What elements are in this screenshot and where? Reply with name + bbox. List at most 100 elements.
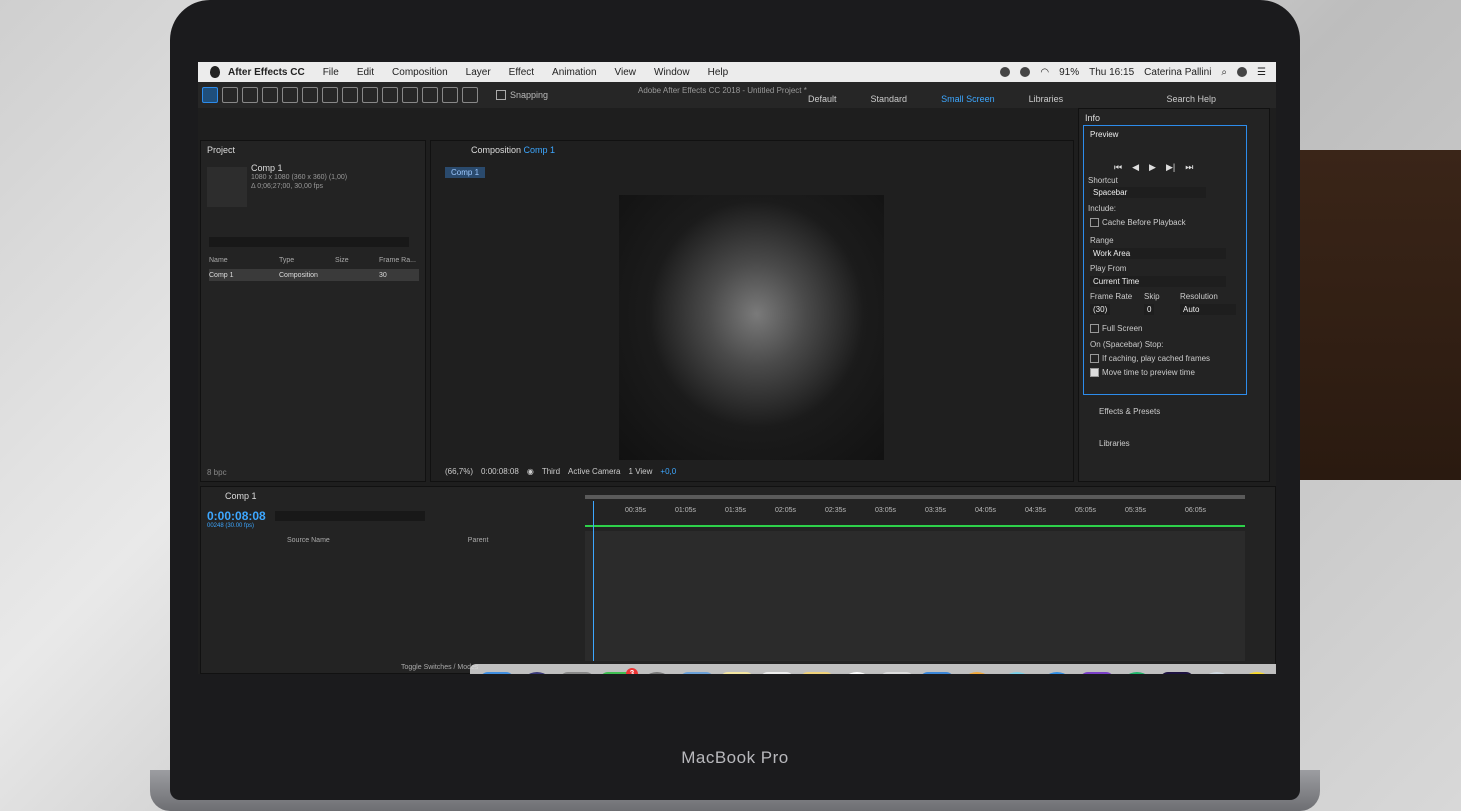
if-caching-checkbox[interactable]: If caching, play cached frames	[1090, 354, 1210, 363]
composition-link[interactable]: Comp 1	[524, 145, 556, 155]
system-preferences-icon[interactable]: ⚙	[560, 672, 594, 674]
zoom-tool-icon[interactable]	[242, 87, 258, 103]
status-icon[interactable]	[1020, 67, 1031, 77]
checkbox[interactable]	[1090, 324, 1099, 333]
textedit-icon[interactable]	[760, 672, 794, 674]
menu-window[interactable]: Window	[654, 67, 690, 78]
toggle-switches-modes[interactable]: Toggle Switches / Modes	[401, 664, 478, 671]
menu-edit[interactable]: Edit	[357, 67, 374, 78]
workspace-default[interactable]: Default	[808, 94, 837, 104]
battery-percent[interactable]: 91%	[1059, 67, 1079, 78]
menu-animation[interactable]: Animation	[552, 67, 596, 78]
workspace-small-screen[interactable]: Small Screen	[941, 94, 995, 104]
col-type[interactable]: Type	[279, 257, 335, 264]
play-from-select[interactable]: Current Time	[1090, 276, 1226, 287]
col-parent[interactable]: Parent	[468, 537, 489, 544]
next-frame-icon[interactable]: ▶|	[1166, 162, 1175, 173]
timeline-timecode[interactable]: 0:00:08:08	[207, 509, 266, 523]
frame-rate-select[interactable]: (30)	[1090, 304, 1111, 315]
siri-icon[interactable]: ◉	[520, 672, 554, 674]
rotation-tool-icon[interactable]	[262, 87, 278, 103]
notification-icon[interactable]: ☰	[1257, 67, 1266, 78]
search-help[interactable]: Search Help	[1166, 94, 1216, 104]
play-icon[interactable]: ▶	[1149, 162, 1156, 173]
clock[interactable]: Thu 16:15	[1089, 67, 1134, 78]
shortcut-select[interactable]: Spacebar	[1090, 187, 1206, 198]
libraries-tab[interactable]: Libraries	[1099, 439, 1130, 448]
hand-tool-icon[interactable]	[222, 87, 238, 103]
move-time-checkbox[interactable]: Move time to preview time	[1090, 368, 1195, 377]
skip-select[interactable]: 0	[1144, 304, 1155, 315]
col-name[interactable]: Name	[209, 257, 279, 264]
comp-tab[interactable]: Comp 1	[445, 167, 486, 178]
stickies-icon[interactable]	[800, 672, 834, 674]
menu-file[interactable]: File	[323, 67, 339, 78]
col-source-name[interactable]: Source Name	[287, 537, 330, 544]
cache-before-checkbox[interactable]: Cache Before Playback	[1090, 218, 1186, 227]
project-search-input[interactable]	[209, 237, 409, 247]
checkbox[interactable]	[1090, 354, 1099, 363]
shape-tool-icon[interactable]	[322, 87, 338, 103]
brush-tool-icon[interactable]	[382, 87, 398, 103]
clone-stamp-tool-icon[interactable]	[402, 87, 418, 103]
menu-effect[interactable]: Effect	[509, 67, 534, 78]
photos-icon[interactable]: ✿	[840, 672, 874, 674]
notes-icon[interactable]	[720, 672, 754, 674]
roto-brush-tool-icon[interactable]	[442, 87, 458, 103]
info-tab[interactable]: Info	[1085, 113, 1100, 123]
last-frame-icon[interactable]: ⏭	[1185, 162, 1193, 173]
checkbox[interactable]	[1090, 218, 1099, 227]
exposure-value[interactable]: +0,0	[660, 467, 676, 476]
imovie-icon[interactable]: ★	[1080, 672, 1114, 674]
viewer-image[interactable]	[619, 195, 884, 460]
ibooks-icon[interactable]: ▯	[960, 672, 994, 674]
preview-icon[interactable]: ▣	[680, 672, 714, 674]
menu-layer[interactable]: Layer	[466, 67, 491, 78]
camera-tool-icon[interactable]	[282, 87, 298, 103]
zoom-select[interactable]: (66,7%)	[445, 467, 473, 476]
cloud-icon[interactable]: ☁	[1240, 672, 1274, 674]
after-effects-icon[interactable]: Ae	[1160, 672, 1194, 674]
apple-icon[interactable]	[210, 66, 220, 78]
quicktime-icon[interactable]: Q	[1200, 672, 1234, 674]
type-tool-icon[interactable]	[362, 87, 378, 103]
composition-title[interactable]: Composition Comp 1	[471, 145, 555, 155]
numbers-icon[interactable]: ▥	[880, 672, 914, 674]
pan-behind-tool-icon[interactable]	[302, 87, 318, 103]
user-name[interactable]: Caterina Pallini	[1144, 67, 1211, 78]
col-size[interactable]: Size	[335, 257, 379, 264]
safari-icon[interactable]: ◎	[1040, 672, 1074, 674]
menu-help[interactable]: Help	[708, 67, 729, 78]
first-frame-icon[interactable]: ⏮	[1114, 162, 1122, 173]
track-area[interactable]	[585, 531, 1245, 661]
pen-tool-icon[interactable]	[342, 87, 358, 103]
resolution-select[interactable]: Auto	[1180, 304, 1236, 315]
spotlight-icon[interactable]: ⌕	[1221, 67, 1227, 78]
menu-app[interactable]: After Effects CC	[228, 67, 305, 78]
keynote-icon[interactable]: ▭	[920, 672, 954, 674]
resolution-select[interactable]: Third	[542, 467, 560, 476]
full-screen-checkbox[interactable]: Full Screen	[1090, 324, 1142, 333]
effects-presets-tab[interactable]: Effects & Presets	[1099, 407, 1160, 416]
launchpad-icon[interactable]: 🚀	[640, 672, 674, 674]
checkbox[interactable]	[1090, 368, 1099, 377]
grammarly-icon[interactable]: G	[1120, 672, 1154, 674]
camera-snapshot-icon[interactable]: ◉	[527, 467, 534, 476]
col-frame-rate[interactable]: Frame Ra...	[379, 257, 416, 264]
messages-icon[interactable]: 3	[600, 668, 638, 674]
finder-icon[interactable]: ☺	[480, 672, 514, 674]
timeline-tab[interactable]: Comp 1	[225, 491, 257, 501]
bpc-label[interactable]: 8 bpc	[207, 468, 227, 477]
siri-icon[interactable]	[1237, 67, 1248, 77]
status-icon[interactable]	[1000, 67, 1011, 77]
range-select[interactable]: Work Area	[1090, 248, 1226, 259]
timeline-search-input[interactable]	[275, 511, 425, 521]
playhead[interactable]	[593, 501, 594, 661]
preview-title[interactable]: Preview	[1090, 130, 1118, 139]
workspace-libraries[interactable]: Libraries	[1029, 94, 1064, 104]
puppet-tool-icon[interactable]	[462, 87, 478, 103]
work-area-bar[interactable]	[585, 495, 1245, 499]
eraser-tool-icon[interactable]	[422, 87, 438, 103]
active-camera-select[interactable]: Active Camera	[568, 467, 620, 476]
messenger-icon[interactable]: ●	[1000, 672, 1034, 674]
